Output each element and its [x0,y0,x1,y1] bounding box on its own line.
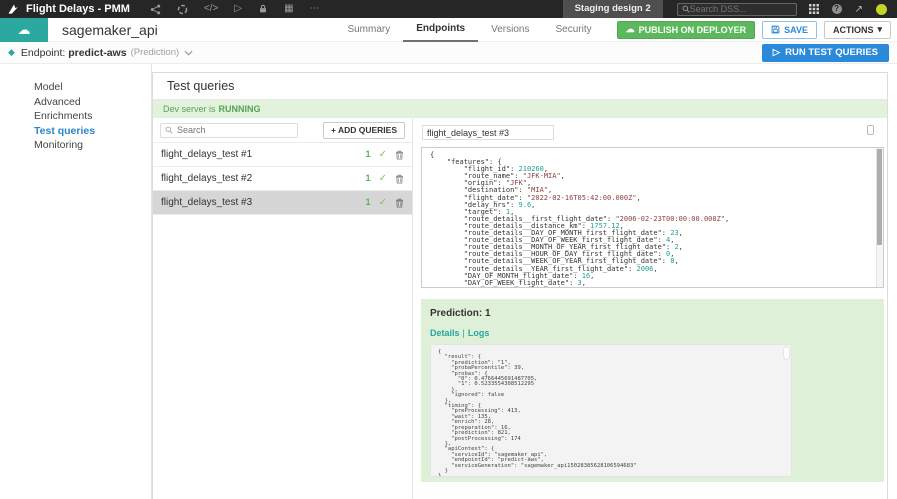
query-list-panel: + ADD QUERIES flight_delays_test #1 1 ✓ … [153,118,413,499]
sidebar-item-monitoring[interactable]: Monitoring [0,138,151,152]
query-name: flight_delays_test #1 [161,149,252,160]
query-name-input[interactable] [422,125,554,140]
trash-icon[interactable] [395,174,404,184]
editor-scrollbar[interactable] [876,148,883,287]
save-icon [771,25,780,34]
chevron-down-icon[interactable] [184,50,193,56]
query-count-badge: 1 [365,197,370,208]
sidebar-item-model[interactable]: Model [0,80,151,94]
endpoint-sidebar: Model Advanced Enrichments Test queries … [0,64,152,499]
external-link-icon[interactable]: ↗ [855,4,863,15]
run-play-icon: ▷ [773,47,780,58]
endpoint-diamond-icon: ◆ [8,47,15,58]
endpoint-label: Endpoint: predict-aws [21,47,127,59]
dashboards-icon[interactable]: ▦ [284,0,293,18]
sidebar-item-enrichments[interactable]: Enrichments [0,109,151,123]
tab-endpoints[interactable]: Endpoints [403,18,478,42]
cloud-icon: ☁ [18,22,31,38]
query-row-selected[interactable]: flight_delays_test #3 1 ✓ [153,191,412,215]
search-icon [165,126,173,134]
service-header: ☁ sagemaker_api Summary Endpoints Versio… [0,18,897,42]
check-icon: ✓ [379,197,387,208]
trash-icon[interactable] [395,150,404,160]
caret-down-icon: ▾ [877,24,882,35]
endpoint-bar: ◆ Endpoint: predict-aws (Prediction) ▷ R… [0,42,897,64]
service-tabs: Summary Endpoints Versions Security [334,18,604,42]
query-name: flight_delays_test #3 [161,197,252,208]
card-title: Test queries [153,73,887,100]
endpoint-name[interactable]: predict-aws [68,47,126,59]
more-menu-icon[interactable]: ⋯ [310,0,320,18]
api-service-tile[interactable]: ☁ [0,18,48,42]
query-count-badge: 1 [365,149,370,160]
service-name[interactable]: sagemaker_api [62,22,158,38]
query-name: flight_delays_test #2 [161,173,252,184]
actions-button[interactable]: ACTIONS ▾ [824,21,891,39]
details-link[interactable]: Details [430,328,460,338]
trash-icon[interactable] [395,198,404,208]
check-icon: ✓ [379,149,387,160]
search-icon [682,5,690,13]
query-detail-panel: { "features": { "flight_id": 210260, "ro… [413,118,887,499]
sidebar-item-test-queries[interactable]: Test queries [0,124,151,138]
request-json[interactable]: { "features": { "flight_id": 210260, "ro… [422,148,883,288]
result-scrollbar-thumb[interactable] [784,347,789,359]
query-row[interactable]: flight_delays_test #2 1 ✓ [153,167,412,191]
prediction-panel: Prediction: 1 Details|Logs { "result": {… [421,299,884,482]
copy-icon[interactable] [867,125,874,135]
lab-lock-icon[interactable] [258,4,268,14]
apps-grid-icon[interactable] [809,4,819,14]
add-queries-button[interactable]: + ADD QUERIES [323,122,405,139]
dataiku-logo-icon[interactable] [0,0,26,18]
dev-server-banner: Dev server is RUNNING [153,100,887,118]
cloud-icon: ☁ [626,24,635,35]
instance-badge[interactable]: Staging design 2 [563,0,663,18]
run-scenarios-icon[interactable]: ▷ [234,0,242,18]
tab-versions[interactable]: Versions [478,18,542,42]
dss-window: Flight Delays - PMM </> ▷ ▦ ⋯ Staging de… [0,0,897,499]
global-search-input[interactable] [690,4,792,14]
publish-on-deployer-button[interactable]: ☁ PUBLISH ON DEPLOYER [617,21,756,39]
query-search-input[interactable] [177,125,293,135]
save-button[interactable]: SAVE [762,21,817,39]
query-search[interactable] [160,123,298,138]
flow-icon[interactable] [150,4,161,15]
test-queries-card: Test queries Dev server is RUNNING + ADD… [152,72,888,499]
global-search[interactable] [677,3,797,16]
tab-summary[interactable]: Summary [334,18,403,42]
jobs-icon[interactable] [177,4,188,15]
logs-link[interactable]: Logs [468,328,490,338]
dev-server-status: RUNNING [219,104,261,114]
prediction-value: 1 [485,308,491,319]
project-title[interactable]: Flight Delays - PMM [26,3,130,15]
tab-security[interactable]: Security [542,18,604,42]
top-navigation-bar: Flight Delays - PMM </> ▷ ▦ ⋯ Staging de… [0,0,897,18]
sidebar-item-advanced[interactable]: Advanced [0,95,151,109]
check-icon: ✓ [379,173,387,184]
endpoint-kind: (Prediction) [131,47,180,58]
run-test-queries-button[interactable]: ▷ RUN TEST QUERIES [762,44,889,62]
query-row[interactable]: flight_delays_test #1 1 ✓ [153,143,412,167]
prediction-label: Prediction: [430,308,482,319]
user-avatar[interactable] [876,4,887,15]
help-icon[interactable]: ? [832,4,842,14]
result-code-block: { "result": { "prediction": "1", "probaP… [430,344,792,477]
request-code-editor[interactable]: { "features": { "flight_id": 210260, "ro… [421,147,884,288]
scrollbar-thumb[interactable] [877,149,882,245]
query-count-badge: 1 [365,173,370,184]
result-json: { "result": { "prediction": "1", "probaP… [431,345,791,477]
notebooks-code-icon[interactable]: </> [204,0,218,18]
